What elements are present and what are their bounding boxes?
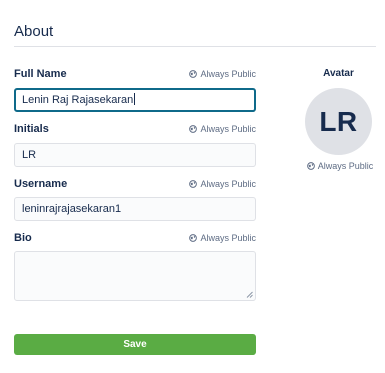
globe-icon [189, 70, 198, 78]
bio-label: Bio [14, 232, 32, 244]
globe-icon [306, 162, 315, 170]
username-label: Username [14, 178, 68, 190]
full-name-header: Full Name Always Public [14, 68, 256, 82]
resize-handle-icon[interactable] [246, 291, 253, 298]
full-name-label: Full Name [14, 68, 67, 80]
full-name-input[interactable]: Lenin Raj Rajasekaran [14, 88, 256, 112]
username-input[interactable]: leninrajrajasekaran1 [14, 197, 256, 221]
initials-visibility[interactable]: Always Public [189, 124, 256, 134]
initials-input[interactable]: LR [14, 143, 256, 167]
text-caret [134, 93, 136, 105]
bio-textarea[interactable] [14, 251, 256, 301]
initials-label: Initials [14, 123, 49, 135]
save-button[interactable]: Save [14, 334, 256, 355]
globe-icon [189, 234, 198, 242]
full-name-visibility[interactable]: Always Public [189, 69, 256, 79]
bio-header: Bio Always Public [14, 232, 256, 246]
visibility-label: Always Public [200, 233, 256, 243]
globe-icon [189, 125, 198, 133]
bio-visibility[interactable]: Always Public [189, 233, 256, 243]
section-title: About [14, 23, 54, 40]
avatar-visibility[interactable]: Always Public [306, 161, 374, 171]
section-divider [14, 46, 376, 47]
visibility-label: Always Public [317, 161, 374, 171]
username-visibility[interactable]: Always Public [189, 179, 256, 189]
avatar[interactable]: LR [305, 88, 372, 155]
avatar-label: Avatar [323, 68, 354, 79]
username-header: Username Always Public [14, 178, 256, 192]
globe-icon [189, 180, 198, 188]
visibility-label: Always Public [200, 69, 256, 79]
full-name-value: Lenin Raj Rajasekaran [22, 94, 134, 106]
visibility-label: Always Public [200, 124, 256, 134]
visibility-label: Always Public [200, 179, 256, 189]
initials-header: Initials Always Public [14, 123, 256, 137]
